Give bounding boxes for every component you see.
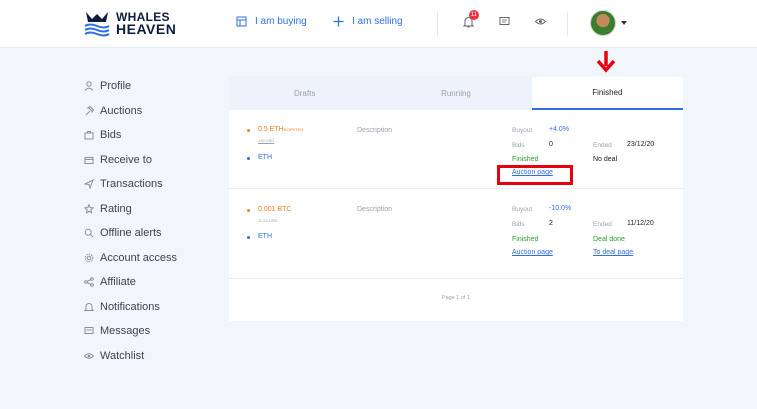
top-header: WHALES HEAVEN I am buying I am selling 1… — [0, 0, 757, 48]
pagination: Page 1 of 1 — [441, 295, 471, 301]
sidebar-item-label: Notifications — [100, 300, 160, 313]
sidebar-item-label: Auctions — [100, 104, 143, 117]
chat-icon — [499, 17, 510, 25]
currency-dot — [247, 236, 250, 239]
user-icon — [84, 81, 100, 92]
auction-row: 0.5 ETHROPSTEN 195 USD ETH Description B… — [229, 110, 683, 189]
currency-dot — [247, 157, 250, 160]
sidebar-item-receive-to[interactable]: Receive to — [84, 148, 177, 173]
ended-label: Ended — [593, 221, 612, 228]
chevron-down-icon[interactable] — [621, 21, 627, 25]
messages-button[interactable] — [499, 16, 510, 27]
receive-currency: ETH — [258, 154, 272, 161]
auction-amount: 0.001 BTC — [258, 206, 292, 213]
sidebar-item-profile[interactable]: Profile — [84, 74, 177, 99]
eye-icon — [535, 18, 546, 25]
header-divider — [437, 12, 438, 36]
buyout-label: Buyout — [512, 206, 533, 213]
sidebar-item-rating[interactable]: Rating — [84, 197, 177, 222]
sidebar-item-label: Profile — [100, 80, 132, 93]
header-divider — [567, 12, 568, 36]
ended-value: 11/12/20 — [627, 220, 654, 227]
i-am-buying-label: I am buying — [255, 16, 307, 27]
sidebar-item-messages[interactable]: Messages — [84, 319, 177, 344]
ended-value: 23/12/20 — [627, 141, 655, 148]
deal-status: No deal — [593, 156, 618, 163]
crypto-dot — [247, 129, 250, 132]
wallet-icon — [84, 155, 100, 165]
star-icon — [84, 203, 100, 214]
bids-label: Bids — [512, 142, 525, 149]
logo[interactable]: WHALES HEAVEN — [84, 9, 176, 37]
sidebar: Profile Auctions Bids Receive to Transac… — [84, 74, 177, 368]
sidebar-item-watchlist[interactable]: Watchlist — [84, 344, 177, 369]
red-arrow-icon — [596, 51, 616, 73]
deal-status: Deal done — [593, 236, 625, 243]
auction-amount: 0.5 ETHROPSTEN — [258, 126, 304, 133]
send-icon — [84, 179, 100, 190]
shop-icon — [236, 16, 247, 27]
tab-drafts[interactable]: Drafts — [229, 77, 381, 110]
chat-icon — [84, 326, 100, 336]
status-finished: Finished — [512, 236, 539, 243]
notification-badge: 11 — [469, 10, 479, 20]
sidebar-item-label: Offline alerts — [100, 227, 162, 240]
eye-icon — [84, 351, 100, 361]
hammer-icon — [84, 105, 100, 116]
search-icon — [84, 228, 100, 238]
share-icon — [84, 277, 100, 288]
sidebar-item-offline-alerts[interactable]: Offline alerts — [84, 221, 177, 246]
sidebar-item-label: Messages — [100, 325, 151, 338]
gear-icon — [84, 253, 100, 263]
description: Description — [357, 206, 393, 213]
plus-icon — [333, 16, 344, 27]
bids-value: 0 — [549, 141, 553, 148]
i-am-selling-label: I am selling — [352, 16, 403, 27]
bell-icon — [84, 302, 100, 312]
sidebar-item-bids[interactable]: Bids — [84, 123, 177, 148]
buyout-value: +4.0% — [549, 126, 570, 133]
highlight-box — [497, 165, 573, 185]
network-tag: ROPSTEN — [283, 127, 304, 132]
crypto-dot — [247, 209, 250, 212]
status-finished: Finished — [512, 156, 539, 163]
buyout-label: Buyout — [512, 127, 533, 134]
tab-running[interactable]: Running — [380, 77, 532, 110]
whale-logo-icon — [84, 12, 110, 37]
sidebar-item-transactions[interactable]: Transactions — [84, 172, 177, 197]
auction-page-link[interactable]: Auction page — [512, 249, 553, 256]
auction-row: 0.001 BTC 11.53 USD ETH Description Buyo… — [229, 189, 683, 279]
sidebar-item-label: Receive to — [100, 153, 152, 166]
tab-finished[interactable]: Finished — [531, 77, 683, 110]
buyout-value: -10.0% — [549, 205, 572, 212]
to-deal-page-link[interactable]: To deal page — [593, 249, 633, 256]
sidebar-item-label: Watchlist — [100, 349, 145, 362]
tab-bar: Drafts Running Finished — [229, 77, 683, 110]
watchlist-button[interactable] — [535, 16, 546, 27]
sidebar-item-label: Bids — [100, 129, 122, 142]
usd-value: 195 USD — [258, 138, 275, 143]
notifications-button[interactable]: 11 — [463, 10, 479, 28]
auctions-panel: Drafts Running Finished 0.5 ETHROPSTEN 1… — [229, 77, 683, 321]
sidebar-item-auctions[interactable]: Auctions — [84, 99, 177, 124]
ended-label: Ended — [593, 142, 612, 149]
avatar[interactable] — [590, 10, 616, 36]
bids-label: Bids — [512, 221, 525, 228]
sidebar-item-affiliate[interactable]: Affiliate — [84, 270, 177, 295]
usd-value: 11.53 USD — [258, 218, 278, 223]
sidebar-item-account-access[interactable]: Account access — [84, 246, 177, 271]
sidebar-item-label: Rating — [100, 202, 132, 215]
logo-text-line2: HEAVEN — [116, 21, 177, 37]
description: Description — [357, 127, 393, 134]
sidebar-item-label: Affiliate — [100, 276, 136, 289]
receive-currency: ETH — [258, 233, 272, 240]
sidebar-item-label: Transactions — [100, 178, 163, 191]
bids-value: 2 — [549, 220, 553, 227]
briefcase-icon — [84, 130, 100, 140]
sidebar-item-notifications[interactable]: Notifications — [84, 295, 177, 320]
i-am-selling-link[interactable]: I am selling — [333, 16, 403, 27]
sidebar-item-label: Account access — [100, 251, 178, 264]
i-am-buying-link[interactable]: I am buying — [236, 16, 307, 27]
